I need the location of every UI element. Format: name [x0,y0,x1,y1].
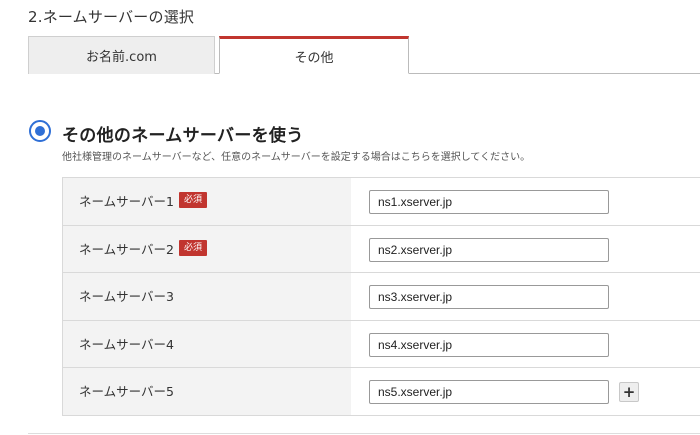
required-badge: 必須 [179,239,208,256]
nameserver-value-cell: + [351,368,700,415]
tab-other[interactable]: その他 [219,36,409,74]
nameserver-value-cell [351,178,700,225]
nameserver-label: ネームサーバー5 [79,384,174,399]
nameserver-4-input[interactable] [369,332,609,357]
divider [28,433,700,434]
plus-icon: + [622,382,636,401]
nameserver-row-2: ネームサーバー2 必須 [63,225,700,273]
radio-selected-dot [35,126,45,136]
tab-bar: お名前.com その他 [0,36,700,76]
nameserver-3-input[interactable] [369,285,609,309]
nameserver-2-input[interactable] [369,237,609,262]
tab-onamae[interactable]: お名前.com [28,36,215,74]
nameserver-label: ネームサーバー4 [79,336,174,352]
nameserver-1-input[interactable] [369,190,609,214]
required-badge: 必須 [179,192,208,208]
nameserver-value-cell [351,225,700,272]
option-description: 他社様管理のネームサーバーなど、任意のネームサーバーを設定する場合はこちらを選択… [62,152,531,163]
nameserver-label-cell: ネームサーバー5 [63,368,351,415]
nameserver-label-cell: ネームサーバー3 [63,273,351,320]
nameserver-table: ネームサーバー1 必須 ネームサーバー2 必須 ネームサーバー3 ネームサーバー… [62,177,700,416]
nameserver-label-cell: ネームサーバー4 [63,320,351,367]
nameserver-label: ネームサーバー2 [79,241,174,257]
nameserver-label: ネームサーバー3 [79,289,174,304]
option-title: その他のネームサーバーを使う [62,126,304,146]
nameserver-row-4: ネームサーバー4 [63,320,700,368]
other-nameserver-radio[interactable] [29,120,51,142]
nameserver-5-input[interactable] [369,380,609,404]
nameserver-label-cell: ネームサーバー1 必須 [63,178,351,225]
add-nameserver-button[interactable]: + [619,382,639,402]
nameserver-row-1: ネームサーバー1 必須 [63,178,700,226]
nameserver-row-5: ネームサーバー5 + [63,368,700,416]
nameserver-label: ネームサーバー1 [79,194,174,209]
nameserver-value-cell [351,320,700,367]
nameserver-row-3: ネームサーバー3 [63,273,700,321]
nameserver-label-cell: ネームサーバー2 必須 [63,225,351,272]
nameserver-value-cell [351,273,700,320]
section-title: 2.ネームサーバーの選択 [28,8,195,26]
